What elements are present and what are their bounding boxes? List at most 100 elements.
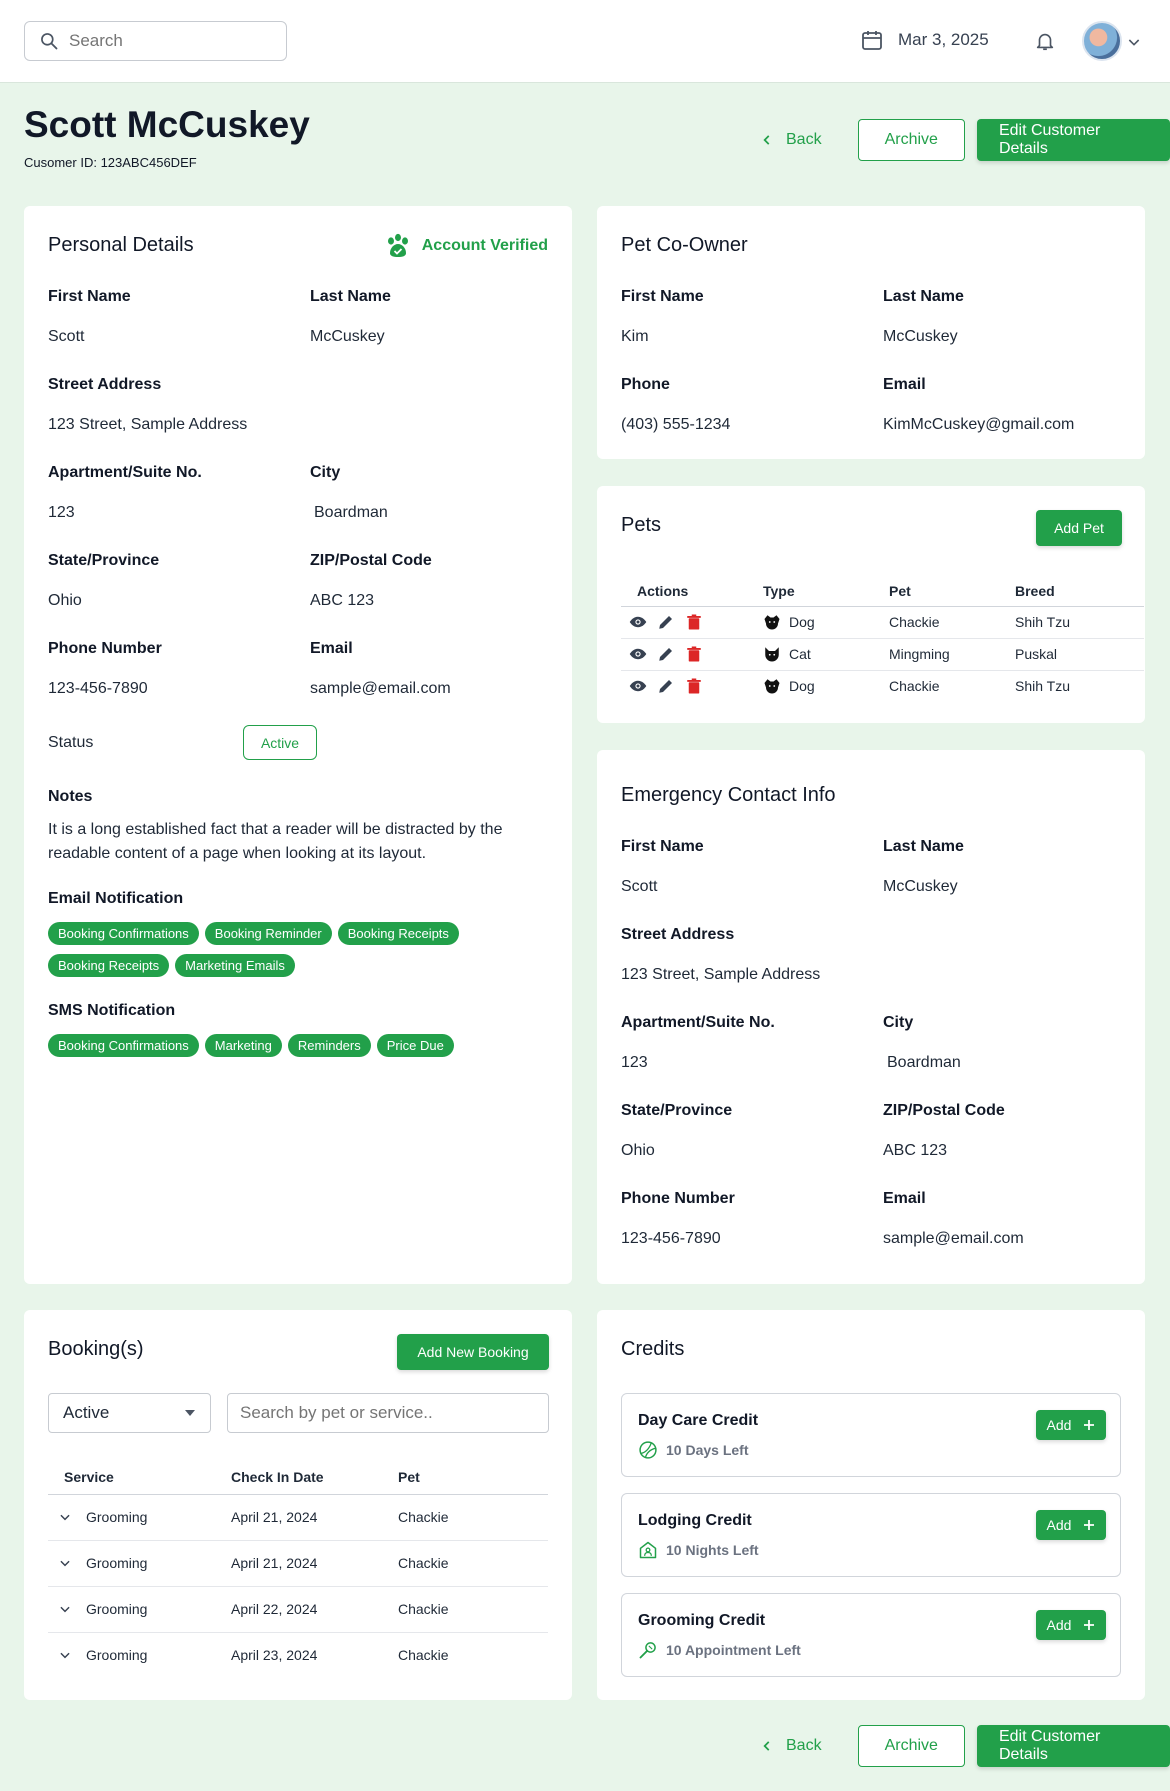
chevron-down-icon[interactable] bbox=[58, 1556, 72, 1570]
account-verified-text: Account Verified bbox=[421, 237, 548, 254]
state-value: Ohio bbox=[48, 592, 82, 609]
credit-remaining-text: 10 Appointment Left bbox=[666, 1642, 801, 1658]
booking-pet: Chackie bbox=[382, 1494, 548, 1541]
view-icon[interactable] bbox=[629, 677, 647, 695]
booking-search-field[interactable] bbox=[227, 1393, 549, 1433]
add-credit-button[interactable]: Add bbox=[1036, 1410, 1106, 1440]
date-display[interactable]: Mar 3, 2025 bbox=[860, 28, 989, 52]
col-service: Service bbox=[48, 1460, 215, 1495]
table-row[interactable]: Grooming April 23, 2024 Chackie bbox=[48, 1632, 548, 1678]
ec-zip-label: ZIP/Postal Code bbox=[883, 1102, 1005, 1119]
co-last-name-label: Last Name bbox=[883, 288, 964, 305]
chevron-down-icon[interactable] bbox=[58, 1510, 72, 1524]
col-check-in-date: Check In Date bbox=[215, 1460, 382, 1495]
chevron-down-icon[interactable] bbox=[1126, 34, 1142, 50]
pet-name: Mingming bbox=[873, 638, 999, 671]
last-name-label: Last Name bbox=[310, 288, 391, 305]
co-owner-heading: Pet Co-Owner bbox=[621, 234, 748, 256]
view-icon[interactable] bbox=[629, 645, 647, 663]
top-bar: Mar 3, 2025 bbox=[0, 0, 1170, 83]
ec-city-label: City bbox=[883, 1014, 914, 1031]
bell-icon[interactable] bbox=[1034, 30, 1056, 52]
dog-icon bbox=[764, 679, 780, 694]
edit-icon[interactable] bbox=[657, 677, 675, 695]
edit-customer-button[interactable]: Edit Customer Details bbox=[976, 1725, 1170, 1767]
co-last-name-value: McCuskey bbox=[883, 328, 958, 345]
chevron-left-icon bbox=[763, 135, 770, 145]
table-row: Cat Mingming Puskal bbox=[621, 638, 1144, 671]
ec-city-value: Boardman bbox=[887, 1054, 961, 1071]
table-row[interactable]: Grooming April 21, 2024 Chackie bbox=[48, 1540, 548, 1587]
status-badge[interactable]: Active bbox=[243, 725, 317, 760]
sms-notification-chips: Booking Confirmations Marketing Reminder… bbox=[48, 1034, 460, 1057]
add-credit-button[interactable]: Add bbox=[1036, 1610, 1106, 1640]
chevron-down-icon[interactable] bbox=[58, 1602, 72, 1616]
back-button[interactable]: Back bbox=[736, 1725, 846, 1767]
add-credit-button[interactable]: Add bbox=[1036, 1510, 1106, 1540]
co-first-name-label: First Name bbox=[621, 288, 704, 305]
personal-details-heading: Personal Details bbox=[48, 234, 194, 256]
phone-value: 123-456-7890 bbox=[48, 680, 148, 697]
delete-icon[interactable] bbox=[685, 613, 703, 631]
back-label: Back bbox=[786, 1737, 822, 1754]
booking-date: April 21, 2024 bbox=[215, 1540, 382, 1587]
col-actions: Actions bbox=[621, 576, 747, 607]
street-label: Street Address bbox=[48, 376, 162, 393]
co-phone-value: (403) 555-1234 bbox=[621, 416, 731, 433]
credit-daycare: Day Care Credit 10 Days Left Add bbox=[621, 1393, 1121, 1477]
add-credit-label: Add bbox=[1046, 1517, 1072, 1533]
city-value: Boardman bbox=[314, 504, 388, 521]
pet-type: Cat bbox=[789, 646, 811, 662]
archive-button[interactable]: Archive bbox=[857, 1725, 965, 1767]
ec-last-name-label: Last Name bbox=[883, 838, 964, 855]
view-icon[interactable] bbox=[629, 613, 647, 631]
bookings-table: Service Check In Date Pet Grooming April… bbox=[48, 1460, 548, 1678]
header-actions: Back Archive Edit Customer Details bbox=[736, 119, 1170, 161]
table-row[interactable]: Grooming April 21, 2024 Chackie bbox=[48, 1494, 548, 1541]
status-label: Status bbox=[48, 734, 94, 751]
back-button[interactable]: Back bbox=[736, 119, 846, 161]
col-pet: Pet bbox=[382, 1460, 548, 1495]
co-phone-label: Phone bbox=[621, 376, 670, 393]
credit-title: Lodging Credit bbox=[638, 1512, 752, 1529]
col-type: Type bbox=[747, 576, 873, 607]
first-name-value: Scott bbox=[48, 328, 85, 345]
state-label: State/Province bbox=[48, 552, 160, 569]
status-filter-select[interactable]: Active bbox=[48, 1393, 211, 1433]
dog-icon bbox=[764, 615, 780, 630]
edit-customer-button[interactable]: Edit Customer Details bbox=[976, 119, 1170, 161]
edit-icon[interactable] bbox=[657, 613, 675, 631]
email-chip: Booking Receipts bbox=[48, 954, 170, 977]
pet-name: Chackie bbox=[889, 678, 940, 695]
booking-search-input[interactable] bbox=[240, 1403, 535, 1423]
table-row: Dog Chackie Shih Tzu bbox=[621, 606, 1144, 639]
booking-date: April 22, 2024 bbox=[215, 1586, 382, 1633]
bookings-card: Booking(s) Add New Booking Active Servic… bbox=[24, 1310, 572, 1700]
table-row[interactable]: Grooming April 22, 2024 Chackie bbox=[48, 1586, 548, 1633]
add-new-booking-button[interactable]: Add New Booking bbox=[397, 1334, 549, 1370]
customer-id: Cusomer ID: 123ABC456DEF bbox=[24, 155, 197, 170]
table-row: Dog Chackie Shih Tzu bbox=[621, 670, 1144, 702]
personal-details-card: Personal Details Account Verified First … bbox=[24, 206, 572, 1284]
footer-actions: Back Archive Edit Customer Details bbox=[736, 1725, 1170, 1767]
ec-phone-label: Phone Number bbox=[621, 1190, 735, 1207]
search-box[interactable] bbox=[24, 21, 287, 61]
apt-label: Apartment/Suite No. bbox=[48, 464, 202, 481]
edit-icon[interactable] bbox=[657, 645, 675, 663]
avatar[interactable] bbox=[1082, 21, 1122, 61]
ec-apt-value: 123 bbox=[621, 1054, 648, 1071]
ec-first-name-value: Scott bbox=[621, 878, 658, 895]
add-pet-button[interactable]: Add Pet bbox=[1036, 510, 1122, 546]
ec-state-value: Ohio bbox=[621, 1142, 655, 1159]
search-input[interactable] bbox=[69, 31, 269, 51]
archive-button[interactable]: Archive bbox=[857, 119, 965, 161]
cat-icon bbox=[765, 647, 779, 662]
delete-icon[interactable] bbox=[685, 645, 703, 663]
chevron-down-icon[interactable] bbox=[58, 1648, 72, 1662]
booking-service: Grooming bbox=[86, 1601, 148, 1617]
col-breed: Breed bbox=[999, 576, 1144, 607]
ec-phone-value: 123-456-7890 bbox=[621, 1230, 721, 1247]
pet-co-owner-card: Pet Co-Owner First Name Last Name Kim Mc… bbox=[597, 206, 1145, 459]
delete-icon[interactable] bbox=[685, 677, 703, 695]
booking-service: Grooming bbox=[86, 1509, 148, 1525]
